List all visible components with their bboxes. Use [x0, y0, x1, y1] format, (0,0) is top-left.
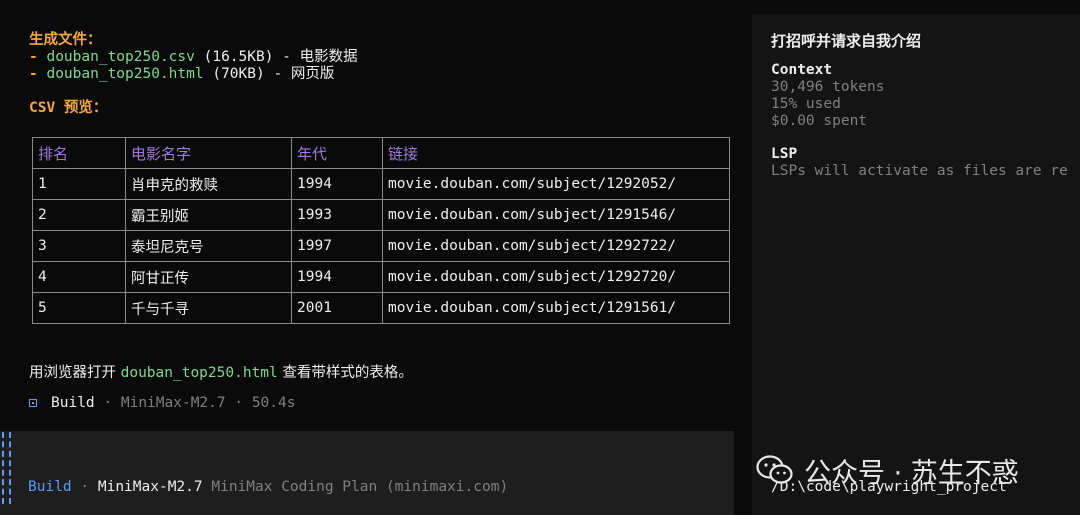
hint-text-before: 用浏览器打开	[29, 365, 121, 381]
cell-link: movie.douban.com/subject/1292722/	[382, 230, 730, 262]
cell-title: 阿甘正传	[125, 261, 292, 293]
table-row: 2 霸王别姬 1993 movie.douban.com/subject/129…	[32, 199, 730, 231]
chat-panel: 生成文件： - douban_top250.csv (16.5KB) - 电影数…	[0, 0, 752, 515]
table-row: 5 千与千寻 2001 movie.douban.com/subject/129…	[32, 292, 730, 324]
cell-rank: 2	[32, 199, 126, 231]
csv-preview-title: CSV 预览：	[29, 100, 108, 116]
column-header-link: 链接	[382, 137, 730, 169]
prompt-input[interactable]	[0, 431, 734, 515]
column-header-title: 电影名字	[125, 137, 292, 169]
input-footer: Build · MiniMax-M2.7 MiniMax Coding Plan…	[28, 479, 508, 495]
column-header-rank: 排名	[32, 137, 126, 169]
session-title: 打招呼并请求自我介绍	[771, 32, 922, 50]
open-in-browser-hint: 用浏览器打开 douban_top250.html 查看带样式的表格。	[29, 361, 413, 382]
context-heading: Context	[771, 62, 833, 78]
cell-link: movie.douban.com/subject/1291561/	[382, 292, 730, 324]
context-spent: $0.00 spent	[771, 113, 868, 129]
file-size: (70KB) -	[203, 66, 291, 82]
build-duration: 50.4s	[251, 395, 296, 411]
cell-title: 千与千寻	[125, 292, 292, 324]
separator: ·	[225, 395, 252, 411]
context-tokens: 30,496 tokens	[771, 79, 885, 95]
table-row: 4 阿甘正传 1994 movie.douban.com/subject/129…	[32, 261, 730, 293]
hint-text-after: 查看带样式的表格。	[277, 365, 413, 381]
table-row: 3 泰坦尼克号 1997 movie.douban.com/subject/12…	[32, 230, 730, 262]
input-cursor-bar	[9, 432, 13, 504]
opencode-window: 生成文件： - douban_top250.csv (16.5KB) - 电影数…	[0, 0, 1080, 515]
separator: ·	[94, 395, 121, 411]
column-header-year: 年代	[291, 137, 383, 169]
cell-title: 肖申克的救赎	[125, 168, 292, 200]
table-row: 1 肖申克的救赎 1994 movie.douban.com/subject/1…	[32, 168, 730, 200]
cell-title: 霸王别姬	[125, 199, 292, 231]
cell-rank: 5	[32, 292, 126, 324]
lsp-heading: LSP	[771, 146, 798, 162]
table-header-row: 排名 电影名字 年代 链接	[32, 137, 730, 169]
context-used: 15% used	[771, 96, 841, 112]
lsp-message: LSPs will activate as files are re	[771, 163, 1068, 179]
cell-rank: 1	[32, 168, 126, 200]
agent-mode-selector[interactable]: Build	[28, 479, 72, 495]
working-directory: /D:\code\playwright_project	[771, 479, 1007, 495]
provider-label: MiniMax Coding Plan (minimaxi.com)	[211, 479, 509, 495]
cell-year: 1994	[291, 168, 383, 200]
hint-file-name: douban_top250.html	[120, 365, 278, 381]
cell-year: 2001	[291, 292, 383, 324]
cell-year: 1994	[291, 261, 383, 293]
model-name: MiniMax-M2.7	[120, 395, 226, 411]
cell-rank: 3	[32, 230, 126, 262]
file-name: douban_top250.html	[46, 66, 204, 82]
cell-rank: 4	[32, 261, 126, 293]
cell-link: movie.douban.com/subject/1292052/	[382, 168, 730, 200]
cell-year: 1997	[291, 230, 383, 262]
file-description: 网页版	[290, 66, 335, 82]
input-left-border	[2, 432, 6, 504]
generated-file-item: - douban_top250.html (70KB) - 网页版	[29, 62, 334, 83]
separator: ·	[71, 479, 98, 495]
list-bullet: -	[29, 66, 47, 82]
build-status-line: Build · MiniMax-M2.7 · 50.4s	[29, 395, 295, 411]
build-mode-label: Build	[51, 395, 95, 411]
session-sidebar: 打招呼并请求自我介绍 Context 30,496 tokens 15% use…	[752, 14, 1080, 515]
cell-year: 1993	[291, 199, 383, 231]
csv-preview-table: 排名 电影名字 年代 链接 1 肖申克的救赎 1994 movie.douban…	[32, 137, 730, 324]
cell-link: movie.douban.com/subject/1291546/	[382, 199, 730, 231]
build-mode-icon	[29, 399, 37, 407]
model-selector[interactable]: MiniMax-M2.7	[98, 479, 203, 495]
cell-link: movie.douban.com/subject/1292720/	[382, 261, 730, 293]
cell-title: 泰坦尼克号	[125, 230, 292, 262]
